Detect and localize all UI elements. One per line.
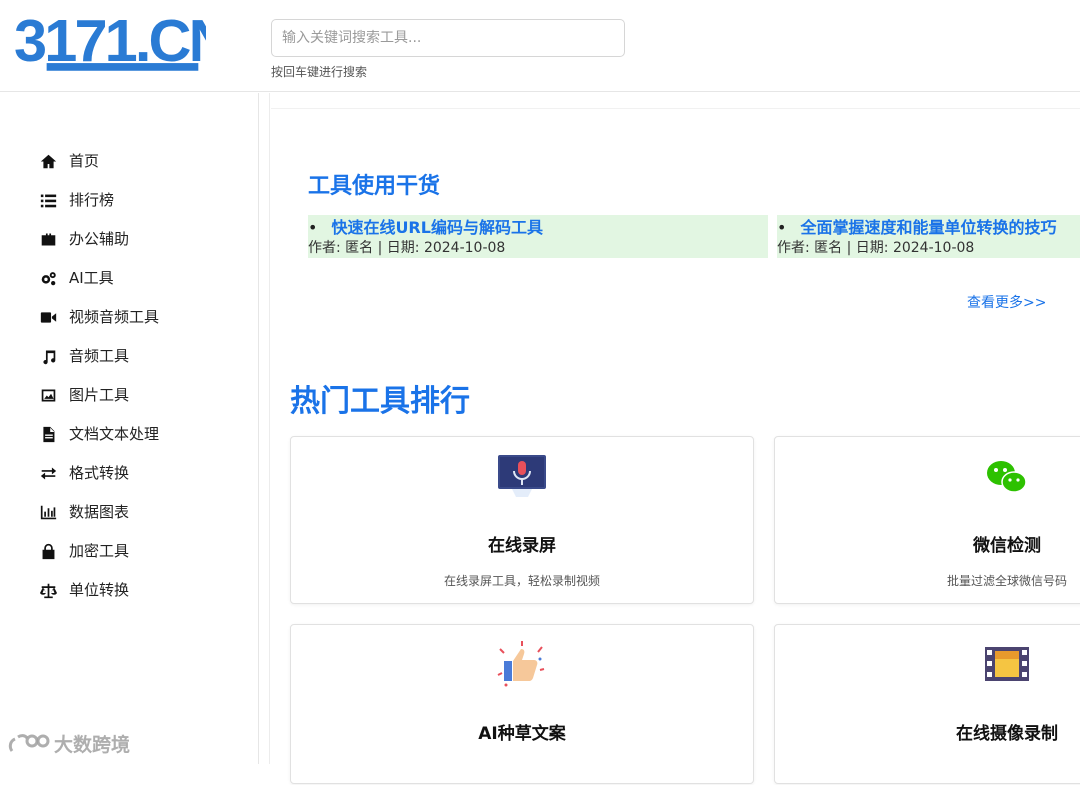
section-divider [271,108,1080,109]
film-icon [985,647,1029,681]
tool-card-camera-record[interactable]: 在线摄像录制 [774,624,1080,784]
sidebar-item-label: 首页 [69,152,100,170]
watermark-logo-icon [8,733,50,752]
sidebar-item-video-audio[interactable]: 视频音频工具 [38,307,159,346]
sidebar-item-image[interactable]: 图片工具 [38,385,159,424]
sidebar-item-label: 单位转换 [69,581,130,599]
articles-section-title: 工具使用干货 [308,174,441,199]
search-hint: 按回车键进行搜索 [271,65,368,79]
sidebar-item-label: 视频音频工具 [69,308,160,326]
sidebar-item-ranking[interactable]: 排行榜 [38,190,159,229]
file-icon [38,424,58,444]
sidebar-item-format-convert[interactable]: 格式转换 [38,463,159,502]
home-icon [38,151,58,171]
tool-card-desc: 在线录屏工具，轻松录制视频 [443,574,600,588]
sidebar-nav: 首页 排行榜 办公辅助 AI工具 视频音频工具 音频工具 图片工具 文档文本处理… [38,151,159,619]
briefcase-icon [38,229,58,249]
balance-scale-icon [38,580,58,600]
thumbs-up-icon [497,641,545,687]
chart-icon [38,502,58,522]
sidebar-item-audio[interactable]: 音频工具 [38,346,159,385]
article-title-link[interactable]: 全面掌握速度和能量单位转换的技巧 [777,217,1080,239]
article-meta: 作者: 匿名 | 日期: 2024-10-08 [777,240,975,256]
watermark-text: 大数跨境 [54,734,131,756]
wechat-icon [987,461,1027,493]
exchange-icon [38,463,58,483]
tool-card-screen-record[interactable]: 在线录屏 在线录屏工具，轻松录制视频 [290,436,754,604]
sidebar-item-unit-convert[interactable]: 单位转换 [38,580,159,619]
microphone-screen-icon [498,455,546,497]
sidebar-item-label: 音频工具 [69,347,130,365]
sidebar-item-label: 加密工具 [69,542,130,560]
sidebar-item-label: 图片工具 [69,386,130,404]
sidebar-item-label: AI工具 [69,269,114,287]
site-logo[interactable]: 3171.CN [14,6,206,76]
sidebar-item-label: 文档文本处理 [69,425,160,443]
sidebar-item-data-chart[interactable]: 数据图表 [38,502,159,541]
article-item[interactable]: 全面掌握速度和能量单位转换的技巧 作者: 匿名 | 日期: 2024-10-08 [777,215,1080,258]
music-icon [38,346,58,366]
sidebar-item-ai[interactable]: AI工具 [38,268,159,307]
cogs-icon [38,268,58,288]
article-item[interactable]: 快速在线URL编码与解码工具 作者: 匿名 | 日期: 2024-10-08 [308,215,768,258]
watermark: 大数跨境 [8,730,130,757]
tool-card-name: 在线摄像录制 [956,724,1058,744]
sidebar-item-label: 排行榜 [69,191,115,209]
sidebar-item-encryption[interactable]: 加密工具 [38,541,159,580]
tool-card-ai-copywriting[interactable]: AI种草文案 [290,624,754,784]
sidebar-item-home[interactable]: 首页 [38,151,159,190]
search-input[interactable] [271,19,625,57]
tool-card-name: 微信检测 [973,536,1041,556]
header: 3171.CN 按回车键进行搜索 [0,0,1080,92]
sidebar-item-office[interactable]: 办公辅助 [38,229,159,268]
video-icon [38,307,58,327]
hot-tools-title: 热门工具排行 [290,384,470,419]
lock-icon [38,541,58,561]
sidebar-item-document[interactable]: 文档文本处理 [38,424,159,463]
tool-card-name: AI种草文案 [478,724,566,744]
image-icon [38,385,58,405]
tool-card-desc: 批量过滤全球微信号码 [946,574,1067,588]
view-more-link[interactable]: 查看更多>> [967,292,1046,312]
sidebar-divider [269,93,270,764]
article-title-link[interactable]: 快速在线URL编码与解码工具 [308,217,768,239]
sidebar-item-label: 数据图表 [69,503,130,521]
sidebar-item-label: 格式转换 [69,464,130,482]
tool-card-name: 在线录屏 [488,536,556,556]
list-icon [38,190,58,210]
tool-card-wechat-check[interactable]: 微信检测 批量过滤全球微信号码 [774,436,1080,604]
sidebar: 首页 排行榜 办公辅助 AI工具 视频音频工具 音频工具 图片工具 文档文本处理… [0,93,259,764]
sidebar-item-label: 办公辅助 [69,230,130,248]
article-meta: 作者: 匿名 | 日期: 2024-10-08 [308,240,506,256]
